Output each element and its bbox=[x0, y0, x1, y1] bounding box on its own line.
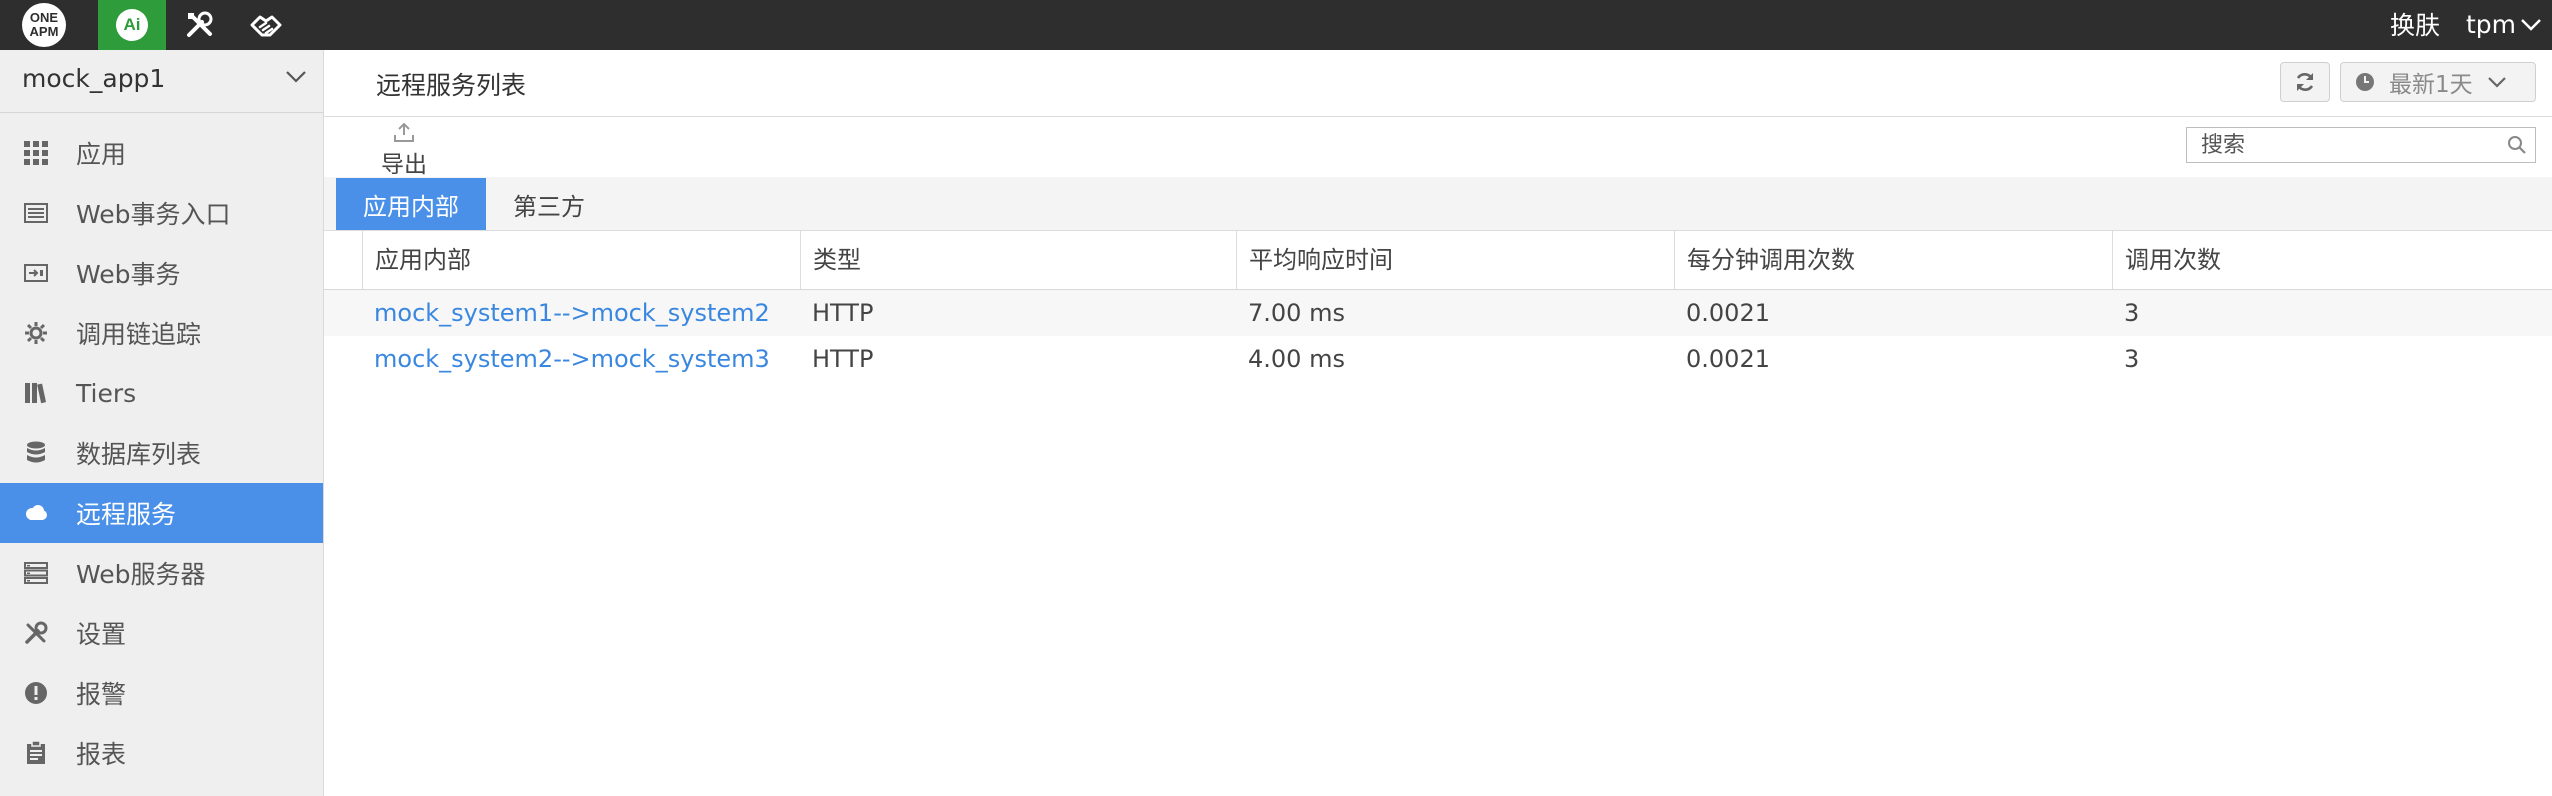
skin-switch-button[interactable]: 换肤 bbox=[2390, 0, 2440, 50]
server-icon bbox=[22, 559, 50, 587]
sidebar-item-label: 报表 bbox=[76, 740, 127, 769]
chevron-down-icon bbox=[2487, 77, 2506, 88]
sidebar-item-label: Tiers bbox=[76, 378, 137, 408]
sidebar-item-label: Web事务入口 bbox=[76, 200, 231, 229]
ai-icon: Ai bbox=[116, 9, 148, 41]
column-header-avg-response[interactable]: 平均响应时间 bbox=[1236, 231, 1674, 289]
tab-bar: 应用内部 第三方 bbox=[324, 177, 2552, 231]
sidebar-item-databases[interactable]: 数据库列表 bbox=[0, 423, 323, 483]
cell-calls-per-minute: 0.0021 bbox=[1686, 345, 1770, 373]
logo-mark: ONE APM bbox=[22, 3, 66, 47]
grid-icon bbox=[22, 139, 50, 167]
app-name: mock_app1 bbox=[22, 64, 166, 93]
refresh-button[interactable] bbox=[2280, 62, 2330, 102]
cell-avg-response: 4.00 ms bbox=[1248, 345, 1345, 373]
page-header: 远程服务列表 最新1天 bbox=[324, 50, 2552, 117]
chevron-down-icon bbox=[2521, 19, 2541, 31]
cell-call-count: 3 bbox=[2124, 299, 2140, 327]
table-row: mock_system2-->mock_system3 HTTP 4.00 ms… bbox=[324, 336, 2552, 382]
sidebar-item-label: 应用 bbox=[76, 140, 127, 169]
gear-icon bbox=[22, 319, 50, 347]
refresh-icon bbox=[2296, 73, 2314, 91]
cell-type: HTTP bbox=[812, 345, 874, 373]
sidebar-item-apps[interactable]: 应用 bbox=[0, 123, 323, 183]
time-range-label: 最新1天 bbox=[2389, 72, 2473, 98]
top-bar: ONE APM Ai 换肤 tpm bbox=[0, 0, 2552, 50]
service-link[interactable]: mock_system2-->mock_system3 bbox=[362, 336, 770, 382]
cell-call-count: 3 bbox=[2124, 345, 2140, 373]
sidebar-item-web-servers[interactable]: Web服务器 bbox=[0, 543, 323, 603]
upload-icon bbox=[394, 122, 414, 142]
handshake-icon[interactable] bbox=[249, 8, 283, 42]
tab-third-party[interactable]: 第三方 bbox=[486, 178, 612, 230]
clipboard-icon bbox=[22, 739, 50, 767]
username: tpm bbox=[2466, 10, 2517, 39]
table-header: 应用内部 类型 平均响应时间 每分钟调用次数 调用次数 bbox=[324, 231, 2552, 290]
search-box bbox=[2186, 127, 2536, 163]
export-label: 导出 bbox=[381, 152, 427, 178]
page-title: 远程服务列表 bbox=[376, 71, 527, 100]
sidebar-item-label: 远程服务 bbox=[76, 500, 177, 529]
sidebar-item-alerts[interactable]: 报警 bbox=[0, 663, 323, 723]
tab-internal[interactable]: 应用内部 bbox=[336, 178, 486, 230]
sidebar-item-web-transactions[interactable]: Web事务 bbox=[0, 243, 323, 303]
alert-icon bbox=[22, 679, 50, 707]
user-menu[interactable]: tpm bbox=[2466, 0, 2542, 50]
column-header-type[interactable]: 类型 bbox=[800, 231, 1236, 289]
tools-icon[interactable] bbox=[183, 8, 217, 42]
sidebar-item-label: 调用链追踪 bbox=[76, 320, 202, 349]
clock-icon bbox=[2356, 73, 2374, 91]
sidebar-item-label: 设置 bbox=[76, 620, 127, 649]
column-header-call-count[interactable]: 调用次数 bbox=[2112, 231, 2552, 289]
time-range-dropdown[interactable]: 最新1天 bbox=[2340, 62, 2536, 102]
cell-avg-response: 7.00 ms bbox=[1248, 299, 1345, 327]
logo-text-line1: ONE bbox=[29, 10, 59, 25]
transaction-icon bbox=[22, 259, 50, 287]
sidebar: mock_app1 应用 Web事务入口 Web事务 调用链追踪 Tiers 数… bbox=[0, 50, 324, 796]
oneapm-logo[interactable]: ONE APM bbox=[18, 3, 70, 47]
app-selector[interactable]: mock_app1 bbox=[0, 50, 323, 113]
sidebar-item-label: 报警 bbox=[76, 680, 127, 709]
sidebar-item-label: Web事务 bbox=[76, 260, 181, 289]
toolbar: 导出 bbox=[324, 117, 2552, 179]
search-icon[interactable] bbox=[2507, 135, 2527, 155]
chevron-down-icon bbox=[286, 71, 306, 83]
service-link[interactable]: mock_system1-->mock_system2 bbox=[362, 290, 770, 336]
books-icon bbox=[22, 379, 50, 407]
list-icon bbox=[22, 199, 50, 227]
sidebar-item-reports[interactable]: 报表 bbox=[0, 723, 323, 783]
sidebar-item-settings[interactable]: 设置 bbox=[0, 603, 323, 663]
wrench-icon bbox=[22, 619, 50, 647]
sidebar-item-tiers[interactable]: Tiers bbox=[0, 363, 323, 423]
remote-services-table: 应用内部 类型 平均响应时间 每分钟调用次数 调用次数 mock_system1… bbox=[324, 231, 2552, 382]
table-row: mock_system1-->mock_system2 HTTP 7.00 ms… bbox=[324, 290, 2552, 336]
sidebar-item-trace[interactable]: 调用链追踪 bbox=[0, 303, 323, 363]
sidebar-item-label: 数据库列表 bbox=[76, 440, 202, 469]
ai-button[interactable]: Ai bbox=[98, 0, 166, 50]
column-header-service[interactable]: 应用内部 bbox=[362, 231, 796, 289]
cloud-icon bbox=[22, 499, 50, 527]
database-icon bbox=[22, 439, 50, 467]
sidebar-item-web-entry[interactable]: Web事务入口 bbox=[0, 183, 323, 243]
export-button[interactable]: 导出 bbox=[376, 122, 432, 179]
logo-text-line2: APM bbox=[29, 24, 59, 39]
cell-type: HTTP bbox=[812, 299, 874, 327]
sidebar-item-label: Web服务器 bbox=[76, 560, 206, 589]
cell-calls-per-minute: 0.0021 bbox=[1686, 299, 1770, 327]
sidebar-item-remote-services[interactable]: 远程服务 bbox=[0, 483, 323, 543]
column-header-calls-per-minute[interactable]: 每分钟调用次数 bbox=[1674, 231, 2112, 289]
search-input[interactable] bbox=[2199, 128, 2503, 162]
